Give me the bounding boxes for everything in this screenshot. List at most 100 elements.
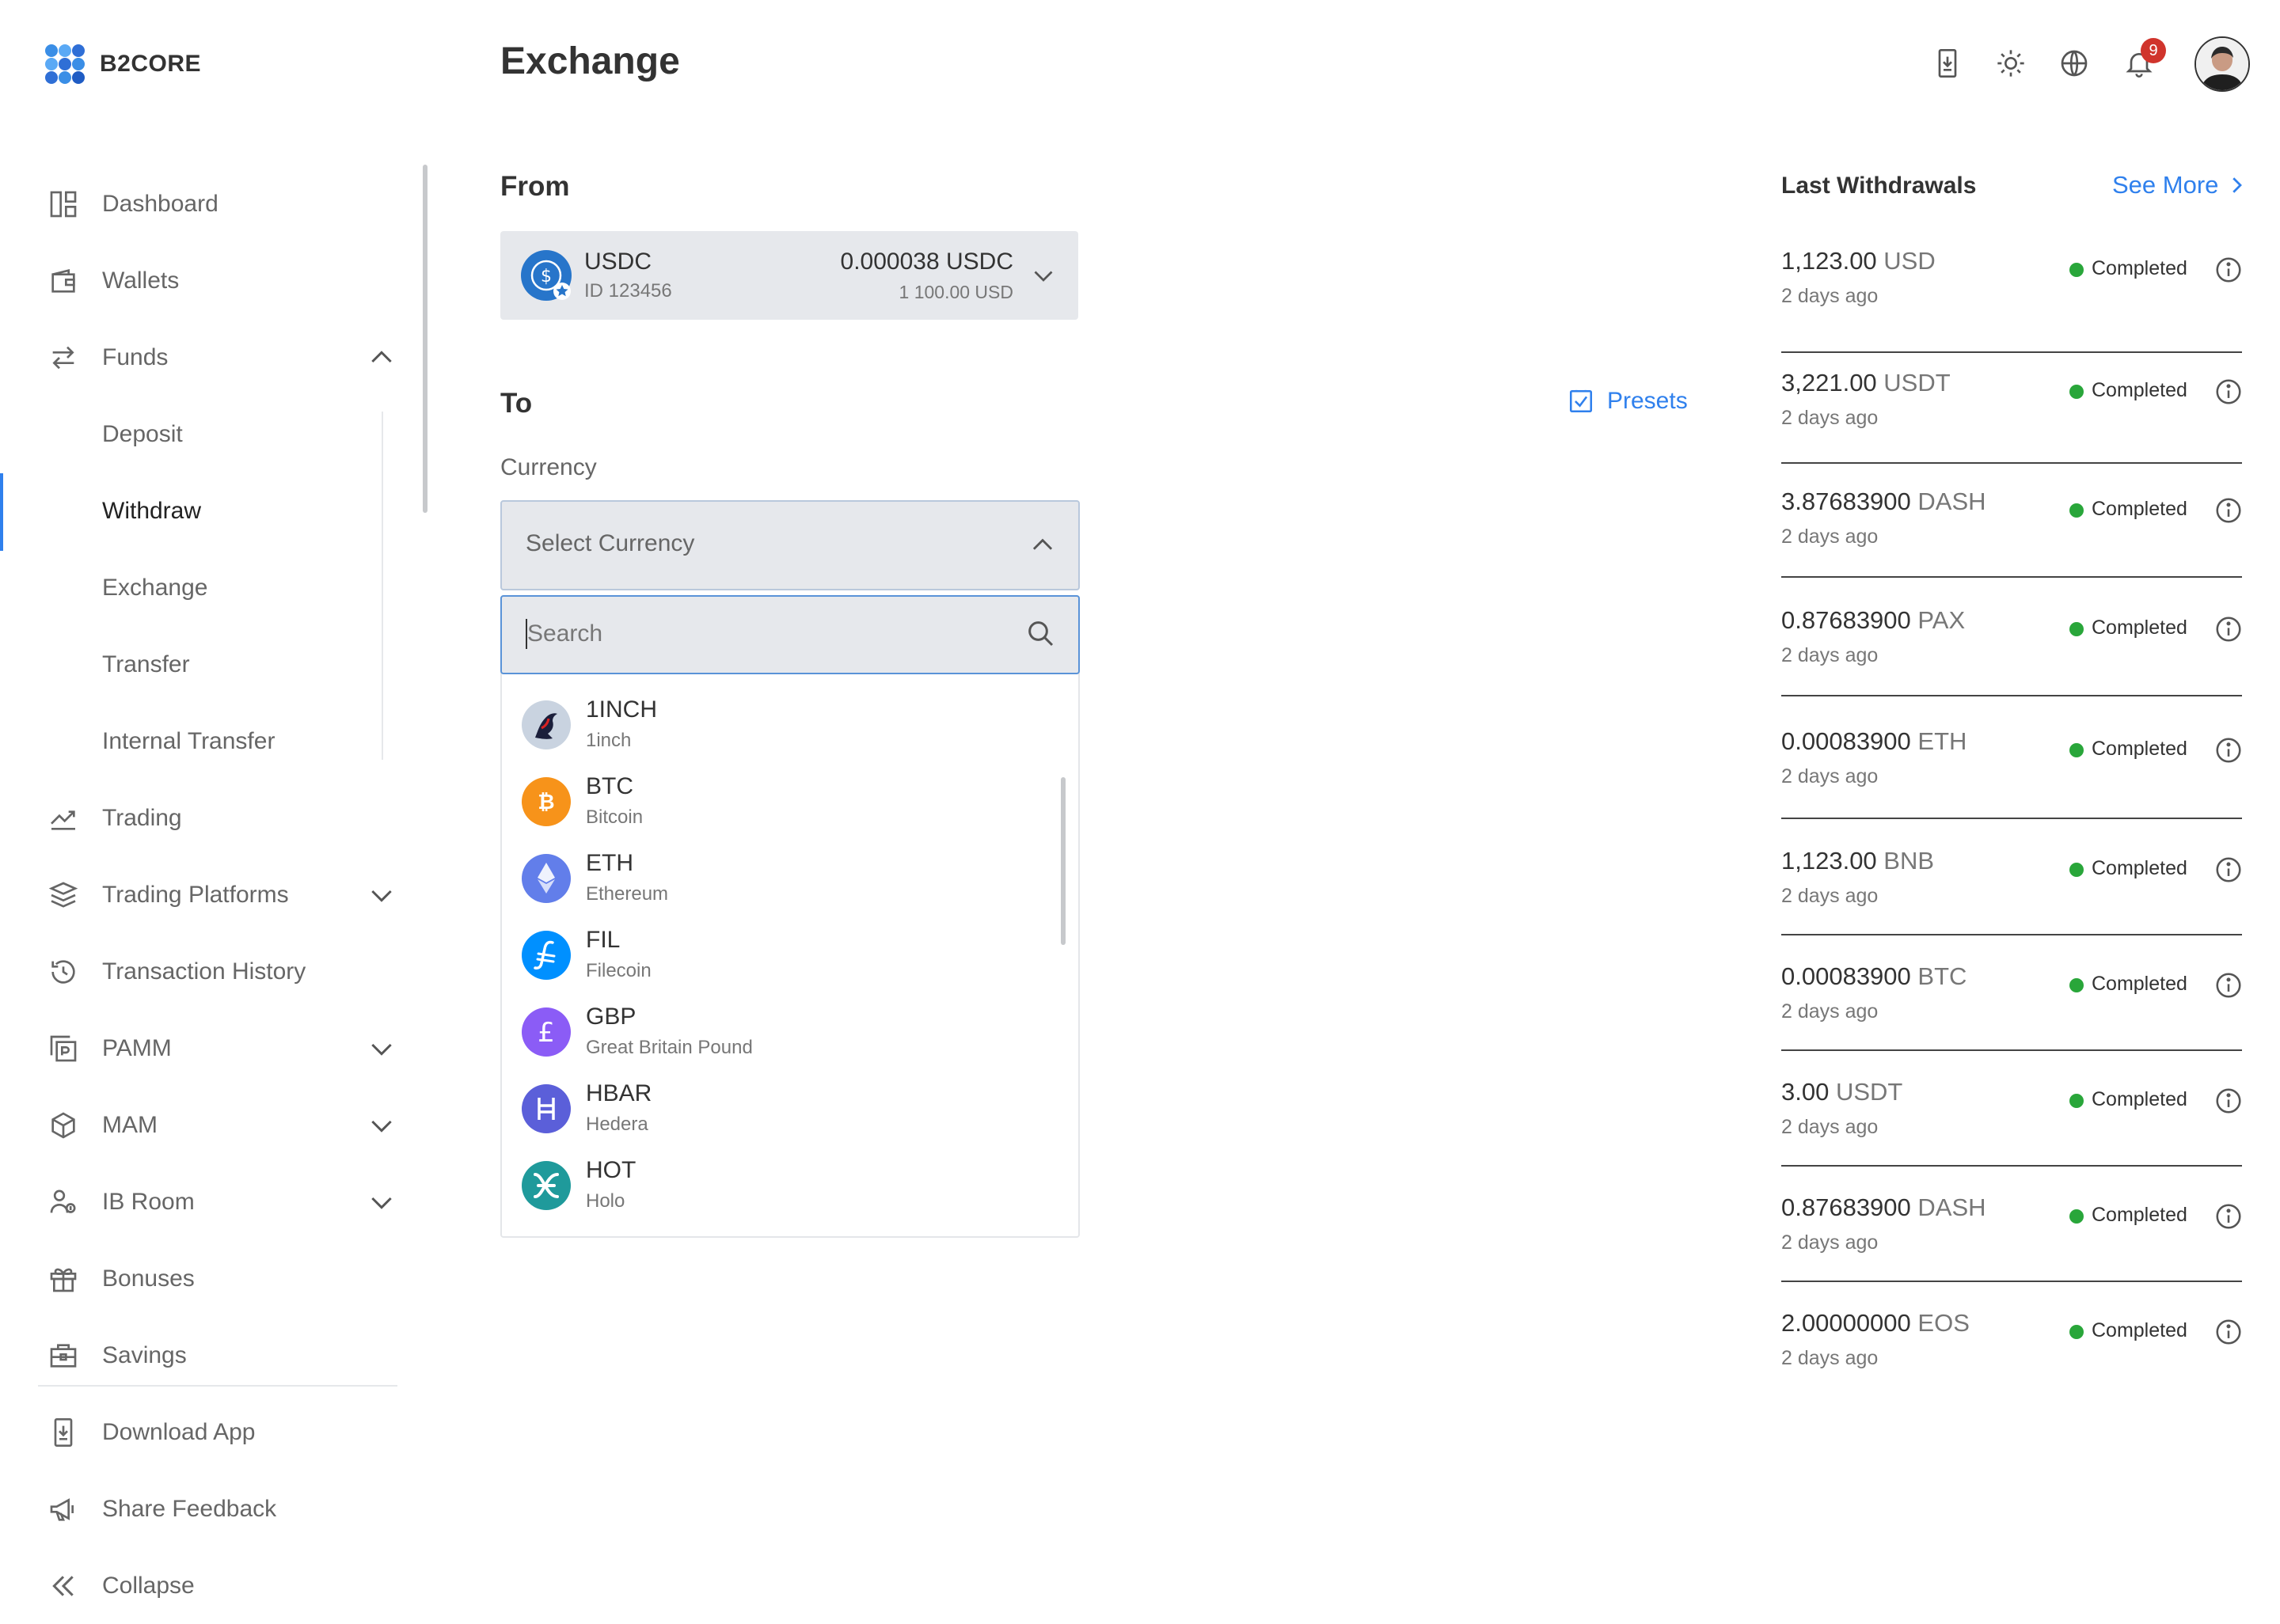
chevron-down-icon[interactable] (366, 1186, 397, 1218)
row-divider (1781, 1165, 2242, 1167)
info-icon[interactable] (2214, 855, 2244, 885)
info-icon[interactable] (2214, 255, 2244, 285)
row-divider (1781, 818, 2242, 819)
option-name: Filecoin (586, 960, 652, 981)
sidebar-item-exchange[interactable]: Exchange (0, 550, 412, 626)
option-name: Great Britain Pound (586, 1037, 753, 1058)
currency-search-input[interactable]: Search (500, 595, 1080, 674)
chevron-up-icon[interactable] (366, 342, 397, 374)
currency-option-hbar[interactable]: HBAR Hedera (500, 1072, 1054, 1148)
row-divider (1781, 576, 2242, 578)
logo[interactable]: B2CORE (44, 44, 201, 85)
status-badge: Completed (2092, 738, 2187, 760)
currency-option-eth[interactable]: ETH Ethereum (500, 842, 1054, 918)
sidebar-item-share-feedback[interactable]: Share Feedback (0, 1471, 412, 1547)
info-icon[interactable] (2214, 1086, 2244, 1116)
withdrawal-amount: 3.00 USDT (1781, 1078, 1903, 1106)
info-icon[interactable] (2214, 495, 2244, 526)
chevron-down-icon[interactable] (366, 1033, 397, 1064)
option-name: Holo (586, 1190, 625, 1212)
sidebar-item-label: Wallets (102, 268, 180, 294)
sidebar-item-label: Transaction History (102, 958, 306, 985)
withdrawal-time: 2 days ago (1781, 1116, 1879, 1138)
sidebar-item-pamm[interactable]: PAMM (0, 1011, 412, 1087)
hedera-coin-icon (522, 1084, 571, 1133)
sidebar-item-savings[interactable]: Savings (0, 1318, 412, 1394)
sidebar-item-label: PAMM (102, 1035, 172, 1061)
sidebar-item-label: Exchange (102, 575, 208, 601)
currency-list-scrollbar[interactable] (1061, 777, 1066, 945)
sidebar-item-trading[interactable]: Trading (0, 780, 412, 856)
status-badge: Completed (2092, 617, 2187, 639)
option-code: HOT (586, 1157, 636, 1183)
sidebar-item-wallets[interactable]: Wallets (0, 243, 412, 319)
status-dot (2069, 978, 2084, 992)
chevron-down-icon[interactable] (366, 1110, 397, 1141)
svg-text:₿: ₿ (538, 791, 554, 814)
info-icon[interactable] (2214, 614, 2244, 644)
sidebar-item-bonuses[interactable]: Bonuses (0, 1241, 412, 1317)
sidebar-item-label: Dashboard (102, 191, 218, 217)
info-icon[interactable] (2214, 1317, 2244, 1347)
info-icon[interactable] (2214, 735, 2244, 765)
withdrawal-amount: 3.87683900 DASH (1781, 488, 1986, 515)
row-divider (1781, 1281, 2242, 1282)
from-account-select[interactable]: $ USDC ID 123456 0.000038 USDC 1 100.00 … (500, 231, 1078, 320)
sun-icon[interactable] (1995, 47, 2027, 79)
sidebar-item-collapse[interactable]: Collapse (0, 1548, 412, 1624)
currency-option-gbp[interactable]: £ GBP Great Britain Pound (500, 996, 1054, 1072)
presets-button[interactable]: Presets (1568, 388, 1688, 415)
currency-label: Currency (500, 454, 597, 480)
info-icon[interactable] (2214, 970, 2244, 1000)
download-app-icon[interactable] (1932, 47, 1963, 79)
row-divider (1781, 1049, 2242, 1051)
chevron-down-icon[interactable] (366, 879, 397, 911)
currency-option-1inch[interactable]: 1INCH 1inch (500, 689, 1054, 765)
info-icon[interactable] (2214, 1201, 2244, 1231)
option-code: GBP (586, 1004, 636, 1030)
row-divider (1781, 934, 2242, 935)
sidebar-item-internal-transfer[interactable]: Internal Transfer (0, 704, 412, 780)
row-divider (1781, 351, 2242, 353)
withdrawal-amount: 0.87683900 DASH (1781, 1193, 1986, 1221)
search-icon[interactable] (1024, 617, 1056, 649)
megaphone-icon (50, 1498, 74, 1521)
sidebar-item-ib-room[interactable]: IB Room (0, 1164, 412, 1240)
sidebar-item-label: Download App (102, 1419, 256, 1445)
globe-icon[interactable] (2058, 47, 2090, 79)
info-icon[interactable] (2214, 377, 2244, 407)
status-badge: Completed (2092, 379, 2187, 401)
currency-option-hot[interactable]: HOT Holo (500, 1149, 1054, 1225)
status-badge: Completed (2092, 498, 2187, 520)
sidebar-item-transfer[interactable]: Transfer (0, 627, 412, 703)
option-code: ETH (586, 850, 633, 876)
sidebar-item-mam[interactable]: MAM (0, 1087, 412, 1163)
sidebar-item-label: Internal Transfer (102, 728, 276, 754)
see-more-link[interactable]: See More (2112, 171, 2248, 199)
b2core-logo-icon (45, 44, 85, 84)
sidebar-item-trading-platforms[interactable]: Trading Platforms (0, 857, 412, 933)
currency-select[interactable]: Select Currency (500, 500, 1080, 590)
sidebar-item-download-app[interactable]: Download App (0, 1394, 412, 1470)
sidebar-scrollbar[interactable] (423, 165, 428, 513)
withdrawal-amount: 0.00083900 BTC (1781, 962, 1967, 990)
filecoin-coin-icon (522, 931, 571, 980)
sidebar-item-label: Funds (102, 344, 169, 370)
withdrawal-time: 2 days ago (1781, 407, 1879, 429)
sidebar-item-deposit[interactable]: Deposit (0, 397, 412, 472)
sidebar-item-withdraw[interactable]: Withdraw (0, 473, 412, 549)
sidebar-item-transaction-history[interactable]: Transaction History (0, 934, 412, 1010)
option-code: HBAR (586, 1080, 652, 1106)
currency-option-fil[interactable]: FIL Filecoin (500, 919, 1054, 995)
from-account-id: ID 123456 (584, 280, 672, 302)
avatar[interactable] (2194, 36, 2250, 92)
currency-option-btc[interactable]: ₿ BTC Bitcoin (500, 765, 1054, 841)
withdrawal-amount: 0.87683900 PAX (1781, 606, 1966, 634)
sidebar-item-label: MAM (102, 1112, 158, 1138)
sidebar-item-funds[interactable]: Funds (0, 320, 412, 396)
sidebar-item-dashboard[interactable]: Dashboard (0, 166, 412, 242)
to-title: To (500, 388, 533, 419)
option-name: Ethereum (586, 883, 669, 905)
brand-name: B2CORE (100, 51, 202, 77)
withdrawal-amount: 1,123.00 USD (1781, 247, 1936, 275)
